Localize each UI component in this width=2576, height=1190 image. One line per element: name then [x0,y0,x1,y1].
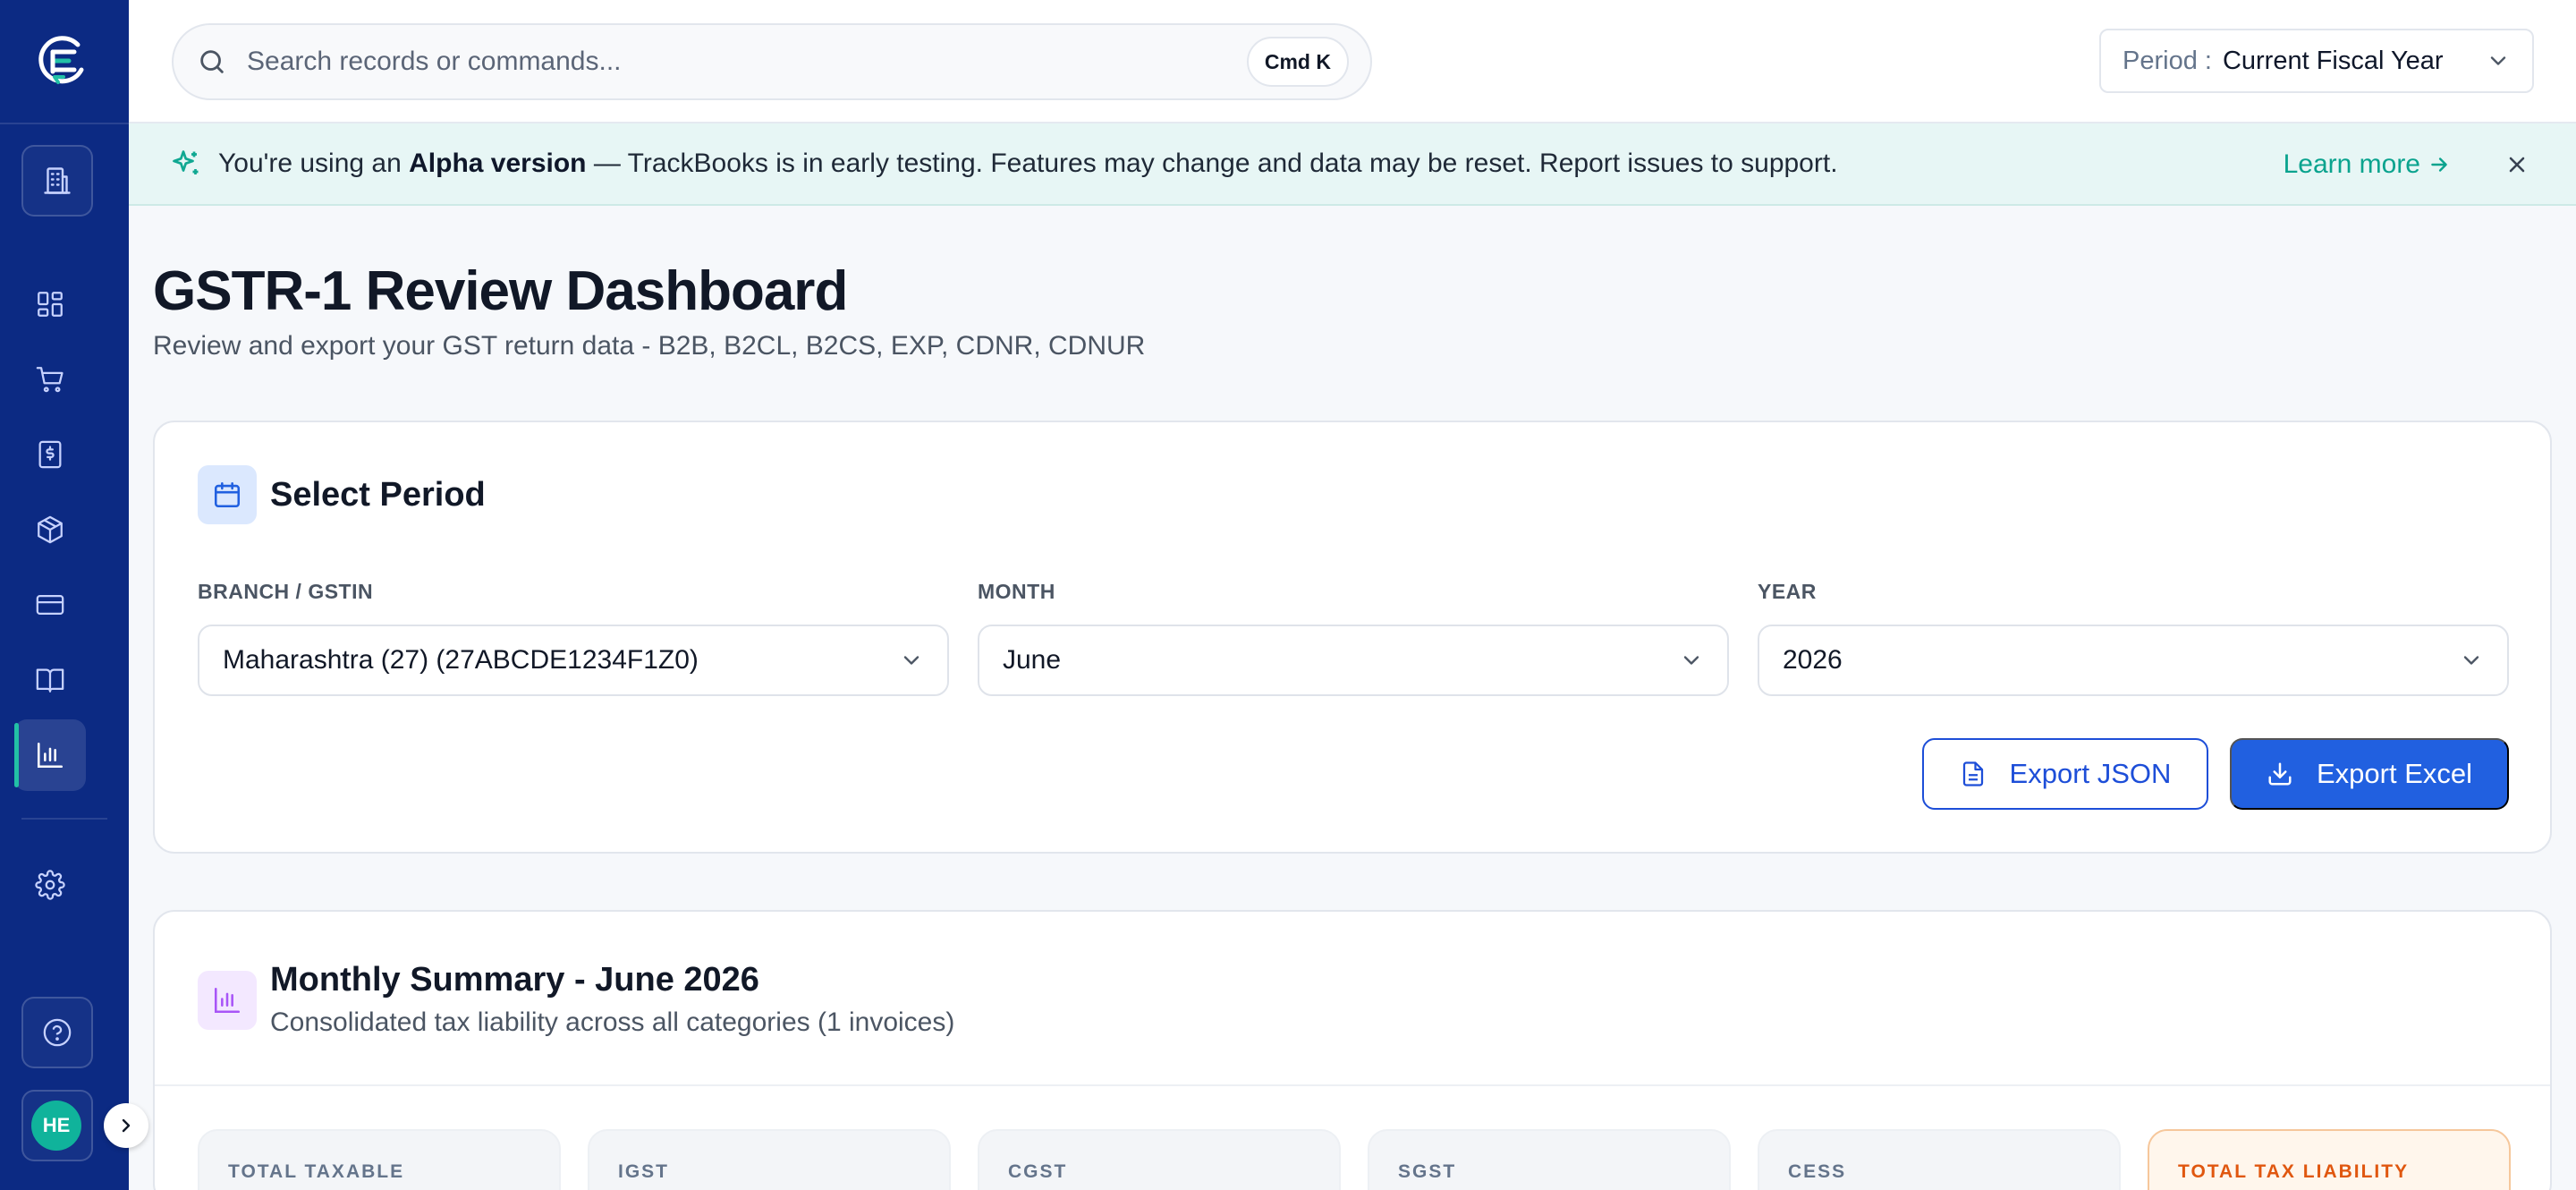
select-period-card: Select Period BRANCH / GSTIN Maharashtra… [153,421,2552,854]
metric-label: SGST [1398,1161,1457,1182]
settings-icon [35,870,65,900]
export-json-button[interactable]: Export JSON [1922,738,2208,810]
sidebar-item-settings[interactable] [14,849,86,921]
year-select[interactable]: 2026 [1758,625,2509,696]
sidebar-item-sales[interactable] [14,344,86,415]
book-icon [35,665,65,695]
invoice-icon [35,439,65,470]
month-select[interactable]: June [978,625,1729,696]
year-label: YEAR [1758,580,1817,603]
learn-more-link[interactable]: Learn more [2284,123,2451,206]
page-subtitle: Review and export your GST return data -… [153,331,1146,361]
monthly-summary-card: Monthly Summary - June 2026 Consolidated… [153,910,2552,1190]
period-value: Current Fiscal Year [2222,46,2444,75]
metric-total-taxable: TOTAL TAXABLE [198,1129,561,1190]
metric-label: CESS [1788,1161,1847,1182]
sidebar-item-payments[interactable] [14,569,86,641]
sidebar-expand-button[interactable] [104,1103,148,1148]
search-input[interactable] [247,47,1247,77]
close-icon[interactable] [2501,149,2533,181]
banner-prefix: You're using an [218,149,410,178]
chevron-down-icon [2459,648,2484,673]
month-value: June [1003,645,1062,675]
credit-card-icon [35,590,65,620]
sidebar-item-ledger[interactable] [14,644,86,716]
cart-icon [35,364,65,395]
shortcut-hint: Cmd K [1246,37,1349,87]
period-dropdown[interactable]: Period : Current Fiscal Year [2099,29,2534,93]
branch-select[interactable]: Maharashtra (27) (27ABCDE1234F1Z0) [198,625,949,696]
package-icon [35,514,65,545]
export-excel-button[interactable]: Export Excel [2230,738,2509,810]
page-title: GSTR-1 Review Dashboard [153,260,848,322]
export-json-label: Export JSON [2009,758,2172,789]
chevron-down-icon [899,648,924,673]
arrow-right-icon [2428,153,2451,176]
banner-highlight: Alpha version [409,149,587,178]
sidebar-divider [0,123,129,124]
month-label: MONTH [978,580,1055,603]
banner-suffix: — TrackBooks is in early testing. Featur… [586,149,1838,178]
sidebar-item-dashboard[interactable] [14,268,86,340]
banner-message: You're using an Alpha version — TrackBoo… [218,149,1838,179]
chevron-down-icon [2486,48,2511,73]
search-icon [197,47,227,77]
download-icon [2267,761,2293,787]
sidebar-item-inventory[interactable] [14,494,86,565]
summary-title: Monthly Summary - June 2026 [270,961,759,999]
metric-label: TOTAL TAX LIABILITY [2178,1161,2410,1182]
sidebar-divider [21,818,107,820]
metric-label: CGST [1008,1161,1068,1182]
period-label: Period : [2123,46,2212,75]
metric-igst: IGST [588,1129,951,1190]
sidebar-item-reports[interactable] [14,719,86,791]
search-bar[interactable]: Cmd K [172,23,1372,100]
metric-label: TOTAL TAXABLE [228,1161,405,1182]
bar-chart-icon [35,740,65,770]
card-title: Select Period [270,476,486,514]
summary-subtitle: Consolidated tax liability across all ca… [270,1007,955,1037]
help-icon [42,1017,72,1048]
company-switcher-button[interactable] [21,145,93,217]
sidebar-item-invoices[interactable] [14,419,86,490]
learn-more-label: Learn more [2283,149,2420,179]
alpha-banner: You're using an Alpha version — TrackBoo… [129,123,2576,206]
metric-total-tax-liability: TOTAL TAX LIABILITY [2148,1129,2511,1190]
metric-cess: CESS [1758,1129,2121,1190]
metric-sgst: SGST [1368,1129,1731,1190]
building-icon [41,165,73,197]
help-button[interactable] [21,997,93,1068]
card-divider [155,1084,2550,1086]
chevron-down-icon [1679,648,1704,673]
avatar[interactable]: HE [31,1101,81,1151]
chevron-right-icon [115,1115,137,1136]
bar-chart-icon [198,971,257,1030]
top-bar: Cmd K Period : Current Fiscal Year [129,0,2576,123]
sparkles-icon [170,148,202,180]
export-excel-label: Export Excel [2316,758,2472,789]
branch-label: BRANCH / GSTIN [198,580,374,603]
sidebar: HE [0,0,129,1190]
file-text-icon [1960,761,1987,787]
branch-value: Maharashtra (27) (27ABCDE1234F1Z0) [223,645,699,675]
metric-label: IGST [618,1161,670,1182]
metric-cgst: CGST [978,1129,1341,1190]
year-value: 2026 [1783,645,1843,675]
calendar-icon [198,465,257,524]
app-logo[interactable] [33,32,90,89]
dashboard-icon [35,289,65,319]
